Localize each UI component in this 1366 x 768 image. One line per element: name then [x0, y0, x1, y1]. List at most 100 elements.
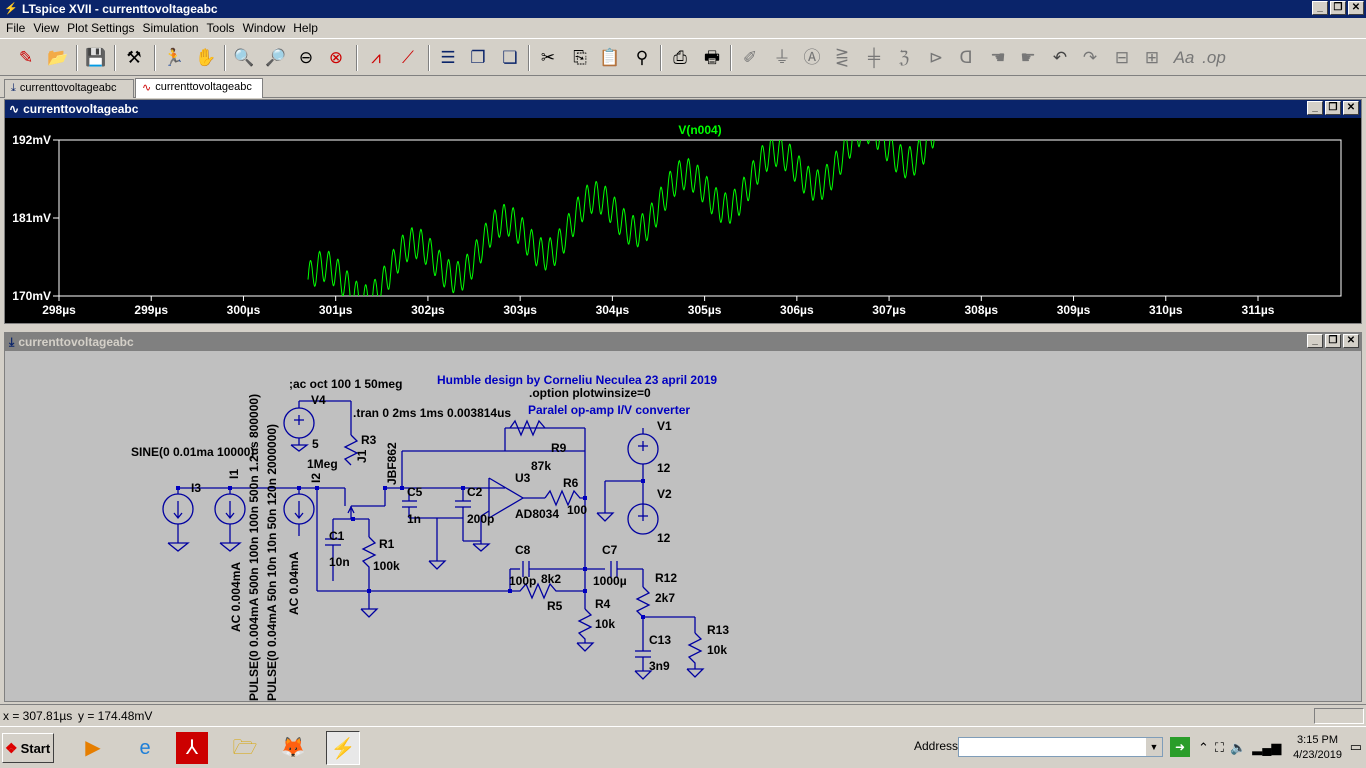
acrobat-icon[interactable]: ⅄ — [176, 732, 208, 764]
cut-icon[interactable]: ✂ — [536, 46, 560, 70]
tile-horizontal-icon[interactable]: ☰ — [436, 46, 460, 70]
waveform-icon: ∿ — [142, 82, 152, 94]
menu-help[interactable]: Help — [289, 21, 322, 35]
menu-window[interactable]: Window — [239, 21, 290, 35]
control-panel-icon[interactable]: ⚒ — [122, 46, 146, 70]
r4-name: R4 — [595, 597, 611, 611]
toolbar: ✎ 📂 💾 ⚒ 🏃 ✋ 🔍 🔎 ⊖ ⊗ ⩘ ⟋ ☰ ❐ ❏ ✂ ⎘ 📋 ⚲ ⎙ … — [0, 38, 1366, 76]
x-tick-label: 310µs — [1149, 303, 1183, 317]
i1-pulse-value[interactable]: PULSE(0 0.004mA 500n 100n 100n 500n 1.2u… — [247, 394, 261, 701]
autorange-icon[interactable]: ⩘ — [364, 46, 388, 70]
plot-minimize-button[interactable]: _ — [1307, 101, 1323, 115]
new-schematic-icon[interactable]: ✎ — [14, 46, 38, 70]
file-explorer-icon[interactable]: 🗁 — [228, 731, 262, 765]
label-net-icon[interactable]: Ⓐ — [800, 46, 824, 70]
halt-icon[interactable]: ✋ — [194, 46, 218, 70]
inductor-icon[interactable]: ℨ — [892, 46, 916, 70]
menu-file[interactable]: File — [2, 21, 29, 35]
plot-close-button[interactable]: ✕ — [1343, 101, 1359, 115]
plot-restore-button[interactable]: ❐ — [1325, 101, 1341, 115]
print-icon[interactable]: 🖶 — [700, 46, 724, 70]
tile-vertical-icon[interactable]: ❏ — [498, 46, 522, 70]
rotate-icon[interactable]: ⊟ — [1110, 46, 1134, 70]
minimize-button[interactable]: _ — [1312, 1, 1328, 15]
address-input[interactable] — [958, 737, 1163, 757]
i3-value[interactable]: SINE(0 0.01ma 10000) — [131, 445, 254, 459]
component-icon[interactable]: ᗡ — [954, 46, 978, 70]
restore-button[interactable]: ❐ — [1330, 1, 1346, 15]
firefox-icon[interactable]: 🦊 — [276, 731, 310, 765]
paste-icon[interactable]: 📋 — [598, 46, 622, 70]
i1-ac-value[interactable]: AC 0.004mA — [229, 562, 243, 632]
cascade-icon[interactable]: ❐ — [466, 46, 490, 70]
schematic-restore-button[interactable]: ❐ — [1325, 334, 1341, 348]
media-player-icon[interactable]: ▶ — [76, 731, 110, 765]
ac-directive[interactable]: ;ac oct 100 1 50meg — [289, 377, 402, 391]
zoom-out-icon[interactable]: ⊖ — [294, 46, 318, 70]
r3-value: 1Meg — [307, 457, 338, 471]
circuit-title-label: Paralel op-amp I/V converter — [528, 403, 691, 417]
internet-explorer-icon[interactable]: e — [128, 731, 162, 765]
tray-expand-icon[interactable]: ⌃ — [1198, 740, 1209, 756]
print-preview-icon[interactable]: ⎙ — [668, 46, 692, 70]
c7-name: C7 — [602, 543, 618, 557]
i2-ac-value[interactable]: AC 0.04mA — [287, 552, 301, 615]
menu-tools[interactable]: Tools — [203, 21, 239, 35]
waveform-chart[interactable]: 192mV 181mV 170mV298µs 299µs 300µs 301µs 302µs… — [5, 118, 1361, 323]
r3-name: R3 — [361, 433, 377, 447]
taskbar: ❖ Start ▶ e ⅄ 🗁 🦊 ⚡ Address ▼ ➜ ⌃ ⛶ 🔈 ▂▄… — [0, 726, 1366, 768]
run-icon[interactable]: 🏃 — [162, 46, 186, 70]
ground-icon[interactable]: ⏚ — [770, 46, 794, 70]
tran-directive[interactable]: .tran 0 2ms 1ms 0.003814us — [353, 406, 511, 420]
zoom-in-icon[interactable]: 🔍 — [232, 46, 256, 70]
y-tick-label: 192mV — [12, 133, 51, 147]
ltspice-taskbar-icon[interactable]: ⚡ — [326, 731, 360, 765]
open-folder-icon[interactable]: 📂 — [46, 46, 70, 70]
text-icon[interactable]: Aa — [1172, 46, 1196, 70]
mirror-icon[interactable]: ⊞ — [1140, 46, 1164, 70]
plot-area[interactable]: 192mV 181mV 170mV 298µs 299µs 300µs 301µs 302µs… — [5, 118, 1361, 323]
tab-waveform[interactable]: ∿ currenttovoltageabc — [135, 78, 263, 98]
undo-icon[interactable]: ↶ — [1048, 46, 1072, 70]
address-dropdown-icon[interactable]: ▼ — [1146, 738, 1162, 756]
i2-pulse-value[interactable]: PULSE(0 0.04mA 50n 10n 10n 50n 120n 2000… — [265, 424, 279, 701]
volume-icon[interactable]: 🔈 — [1230, 740, 1246, 756]
find-icon[interactable]: ⚲ — [630, 46, 654, 70]
capacitor-icon[interactable]: ╪ — [862, 46, 886, 70]
diode-icon[interactable]: ⊳ — [924, 46, 948, 70]
r5-value: 8k2 — [541, 572, 562, 586]
drag-icon[interactable]: ☛ — [1016, 46, 1040, 70]
clock[interactable]: 3:15 PM 4/23/2019 — [1293, 733, 1342, 763]
i1-name: I1 — [227, 468, 241, 479]
signal-icon[interactable]: ▂▄▆ — [1252, 740, 1281, 756]
option-directive[interactable]: .option plotwinsize=0 — [529, 386, 651, 400]
close-button[interactable]: ✕ — [1348, 1, 1364, 15]
move-icon[interactable]: ☚ — [986, 46, 1010, 70]
menu-simulation[interactable]: Simulation — [139, 21, 203, 35]
windows-logo-icon: ❖ — [5, 739, 18, 756]
c8-value: 100p — [509, 574, 537, 588]
network-icon[interactable]: ⛶ — [1215, 740, 1224, 756]
x-tick-label: 308µs — [964, 303, 998, 317]
tab-schematic[interactable]: ⤓ currenttovoltageabc — [4, 79, 134, 98]
redo-icon[interactable]: ↷ — [1078, 46, 1102, 70]
plot-window: ∿ currenttovoltageabc _ ❐ ✕ 192mV 181mV 17… — [4, 99, 1362, 324]
go-icon[interactable]: ➜ — [1170, 737, 1190, 757]
menu-plot-settings[interactable]: Plot Settings — [63, 21, 138, 35]
save-icon[interactable]: 💾 — [84, 46, 108, 70]
cursor-icon[interactable]: ⟋ — [396, 46, 420, 70]
schematic-minimize-button[interactable]: _ — [1307, 334, 1323, 348]
zoom-pan-icon[interactable]: 🔎 — [264, 46, 288, 70]
start-button[interactable]: ❖ Start — [2, 733, 54, 763]
schematic-canvas[interactable]: Humble design by Corneliu Neculea 23 apr… — [5, 351, 1361, 701]
window-title: LTspice XVII - currenttovoltageabc — [22, 2, 218, 16]
copy-icon[interactable]: ⎘ — [568, 46, 592, 70]
x-tick-label: 303µs — [503, 303, 537, 317]
resistor-icon[interactable]: ⋛ — [830, 46, 854, 70]
schematic-close-button[interactable]: ✕ — [1343, 334, 1359, 348]
notification-icon[interactable]: ▭ — [1350, 739, 1362, 755]
wire-icon[interactable]: ✐ — [738, 46, 762, 70]
zoom-fit-icon[interactable]: ⊗ — [324, 46, 348, 70]
spice-directive-icon[interactable]: .op — [1202, 46, 1226, 70]
menu-view[interactable]: View — [29, 21, 63, 35]
